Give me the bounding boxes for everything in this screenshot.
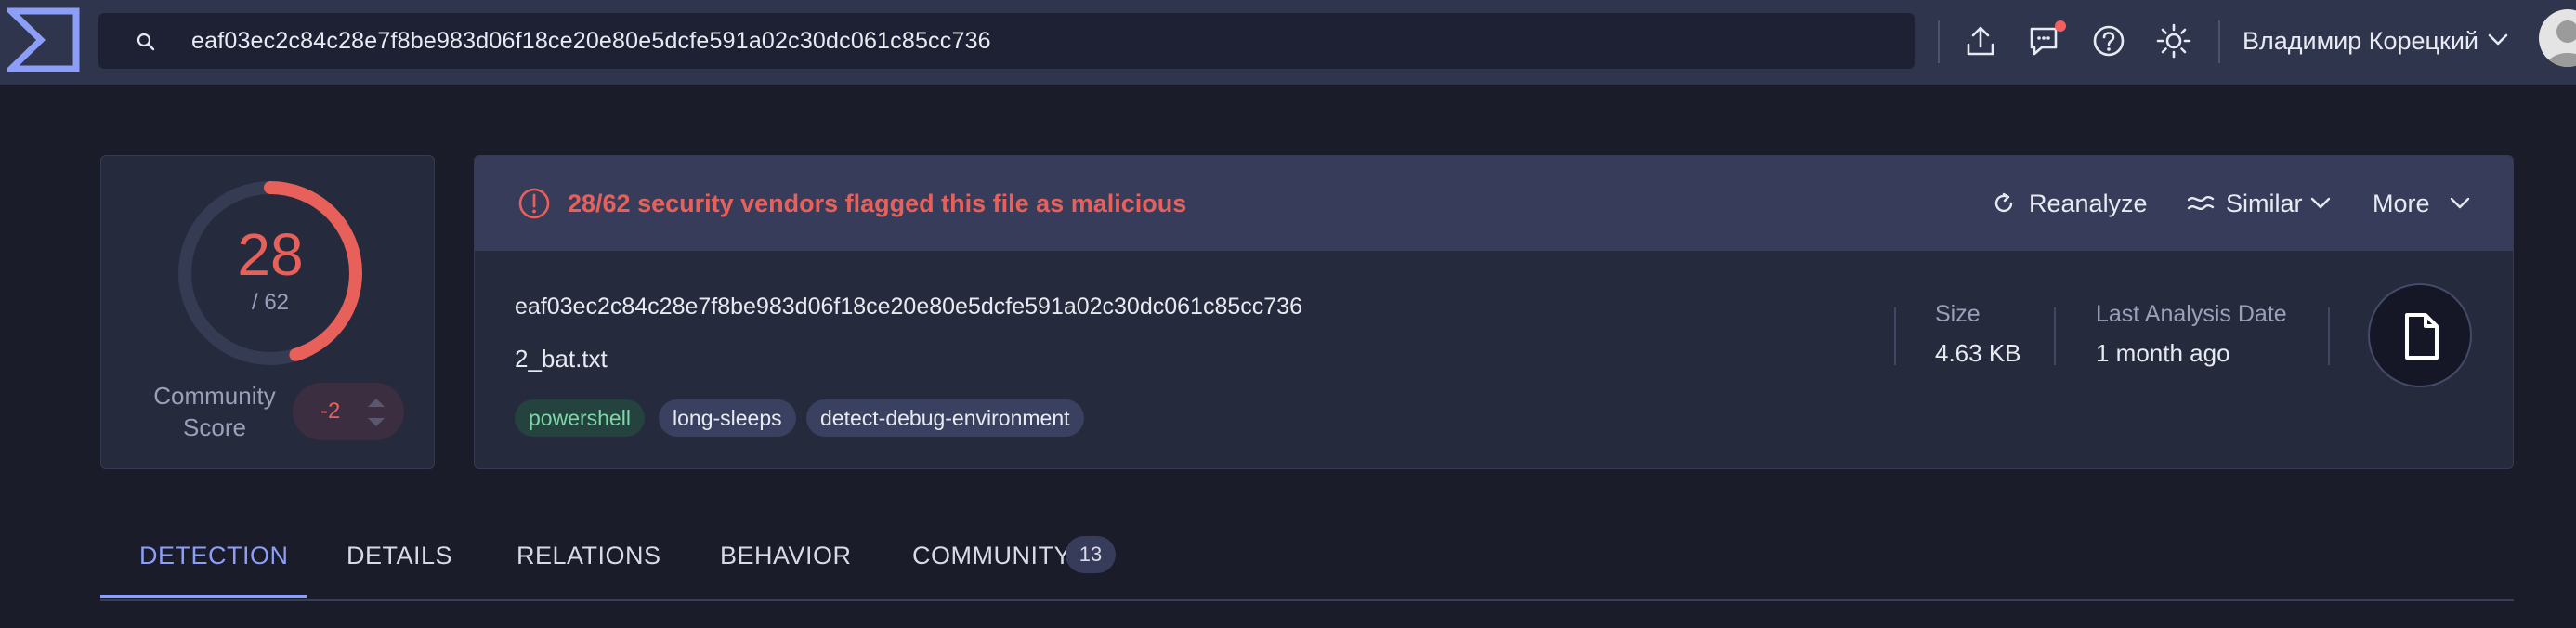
- last-analysis-label: Last Analysis Date: [2096, 301, 2287, 327]
- file-type-badge: [2368, 283, 2472, 387]
- detection-count: 28: [237, 221, 304, 288]
- upvote-icon[interactable]: [365, 396, 387, 409]
- community-score-vote: -2: [293, 383, 404, 440]
- avatar[interactable]: [2539, 9, 2576, 67]
- similar-label: Similar: [2226, 190, 2303, 217]
- reanalyze-label: Reanalyze: [2029, 190, 2148, 217]
- divider: [1938, 20, 1940, 63]
- file-hash[interactable]: eaf03ec2c84c28e7f8be983d06f18ce20e80e5dc…: [515, 294, 1302, 321]
- search-bar[interactable]: eaf03ec2c84c28e7f8be983d06f18ce20e80e5dc…: [98, 13, 1915, 69]
- chevron-down-icon[interactable]: [2486, 30, 2510, 50]
- reanalyze-button[interactable]: Reanalyze: [1992, 156, 2150, 251]
- top-bar: eaf03ec2c84c28e7f8be983d06f18ce20e80e5dc…: [0, 0, 2576, 85]
- tag-powershell[interactable]: powershell: [515, 399, 645, 437]
- community-score-label: Community Score: [153, 382, 276, 441]
- file-name: 2_bat.txt: [515, 345, 608, 373]
- user-avatar-icon: [2546, 20, 2576, 67]
- tab-behavior[interactable]: BEHAVIOR: [720, 530, 852, 582]
- alert-circle-icon: [518, 188, 550, 219]
- more-label: More: [2373, 190, 2430, 217]
- malicious-alert-bar: 28/62 security vendors flagged this file…: [475, 156, 2513, 251]
- tabs-divider: [100, 599, 2514, 601]
- tab-relations[interactable]: RELATIONS: [517, 530, 661, 582]
- detection-score-card: 28 / 62 Community Score -2: [100, 155, 435, 469]
- tag-detect-debug-environment[interactable]: detect-debug-environment: [806, 399, 1084, 437]
- last-analysis-value: 1 month ago: [2096, 339, 2230, 367]
- chevron-down-icon: [2450, 197, 2470, 209]
- file-summary-card: 28/62 security vendors flagged this file…: [474, 155, 2514, 469]
- virustotal-logo[interactable]: [7, 7, 80, 72]
- divider: [2054, 307, 2056, 365]
- notification-dot: [2055, 20, 2066, 32]
- size-value: 4.63 KB: [1935, 339, 2021, 367]
- search-icon: [137, 33, 155, 51]
- file-icon: [2405, 313, 2439, 360]
- similar-icon: [2187, 195, 2215, 211]
- malicious-alert-text: 28/62 security vendors flagged this file…: [568, 190, 1187, 217]
- divider: [2218, 20, 2220, 63]
- tab-details[interactable]: DETAILS: [347, 530, 452, 582]
- size-label: Size: [1935, 301, 1981, 327]
- tab-community[interactable]: COMMUNITY: [912, 530, 1071, 582]
- similar-button[interactable]: Similar: [2187, 156, 2335, 251]
- theme-icon[interactable]: [2153, 20, 2194, 61]
- help-icon[interactable]: [2088, 20, 2129, 61]
- tag-long-sleeps[interactable]: long-sleeps: [659, 399, 796, 437]
- divider: [2328, 307, 2330, 365]
- reanalyze-icon: [1994, 192, 2013, 213]
- more-button[interactable]: More: [2373, 156, 2484, 251]
- upload-icon[interactable]: [1960, 20, 2001, 61]
- community-count-badge: 13: [1066, 536, 1116, 573]
- active-tab-indicator: [100, 595, 307, 598]
- divider: [1894, 307, 1896, 365]
- detection-total: / 62: [251, 290, 290, 315]
- downvote-icon[interactable]: [365, 416, 387, 429]
- chevron-down-icon: [2310, 197, 2331, 209]
- community-score-value: -2: [320, 399, 341, 424]
- user-name[interactable]: Владимир Корецкий: [2243, 0, 2478, 82]
- tab-detection[interactable]: DETECTION: [139, 530, 289, 582]
- search-input[interactable]: eaf03ec2c84c28e7f8be983d06f18ce20e80e5dc…: [191, 13, 991, 69]
